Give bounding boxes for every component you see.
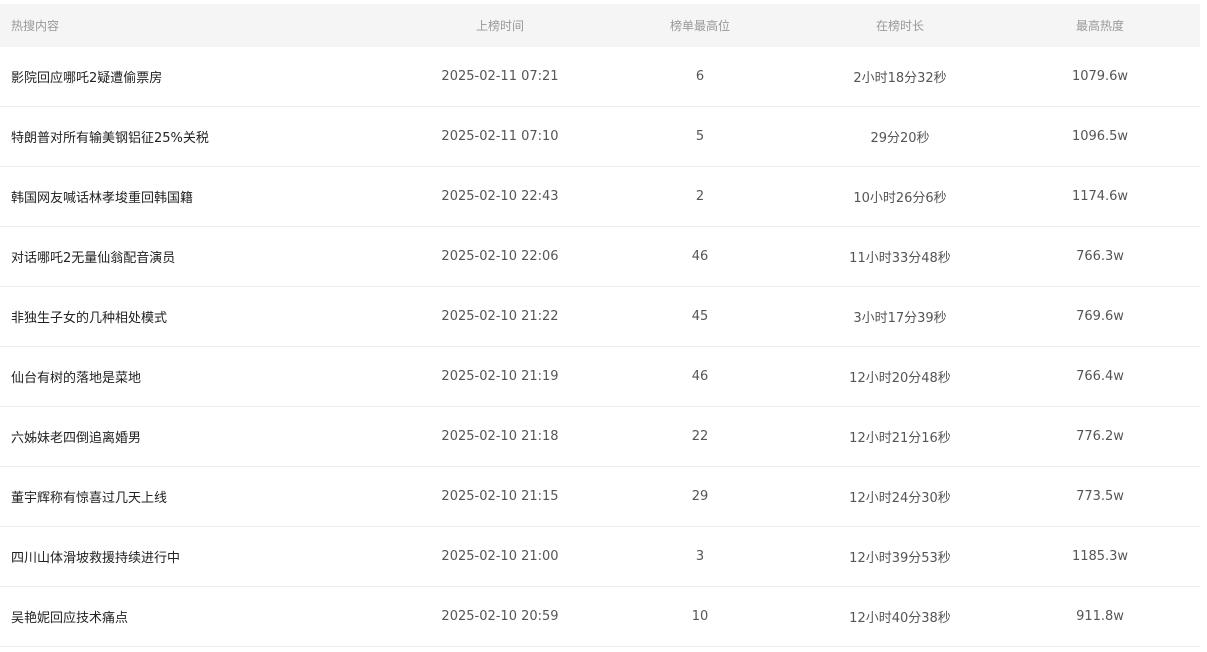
peak-heat: 1185.3w — [1071, 549, 1129, 564]
topic-title[interactable]: 影院回应哪吒2疑遭偷票房 — [0, 67, 400, 86]
duration-on-list: 11小时33分48秒 — [849, 251, 951, 266]
listed-time: 2025-02-10 21:00 — [441, 549, 559, 564]
listed-time: 2025-02-10 20:59 — [441, 609, 559, 624]
peak-heat: 766.3w — [1076, 249, 1124, 264]
header-time: 上榜时间 — [475, 19, 524, 33]
topic-title[interactable]: 六姊妹老四倒追离婚男 — [0, 427, 400, 446]
duration-on-list: 10小时26分6秒 — [853, 191, 947, 206]
table-row[interactable]: 吴艳妮回应技术痛点 2025-02-10 20:59 10 12小时40分38秒 911… — [0, 587, 1200, 647]
listed-time: 2025-02-11 07:10 — [441, 129, 559, 144]
peak-rank: 29 — [691, 489, 709, 504]
peak-rank: 5 — [695, 129, 705, 144]
peak-heat: 776.2w — [1076, 429, 1124, 444]
duration-on-list: 12小时40分38秒 — [849, 611, 951, 626]
listed-time: 2025-02-10 21:15 — [441, 489, 559, 504]
header-duration: 在榜时长 — [875, 19, 924, 33]
peak-heat: 911.8w — [1076, 609, 1124, 624]
table-row[interactable]: 韩国网友喊话林孝埈重回韩国籍 2025-02-10 22:43 2 10小时26分6秒… — [0, 167, 1200, 227]
listed-time: 2025-02-10 22:06 — [441, 249, 559, 264]
table-row[interactable]: 董宇辉称有惊喜过几天上线 2025-02-10 21:15 29 12小时24分30秒… — [0, 467, 1200, 527]
peak-rank: 45 — [691, 309, 709, 324]
peak-heat: 1096.5w — [1071, 129, 1129, 144]
peak-heat: 766.4w — [1076, 369, 1124, 384]
header-heat: 最高热度 — [1075, 19, 1124, 33]
table-row[interactable]: 特朗普对所有输美钢铝征25%关税 2025-02-11 07:10 5 29分20秒 1… — [0, 107, 1200, 167]
listed-time: 2025-02-10 22:43 — [441, 189, 559, 204]
peak-rank: 22 — [691, 429, 709, 444]
table-row[interactable]: 四川山体滑坡救援持续进行中 2025-02-10 21:00 3 12小时39分53秒… — [0, 527, 1200, 587]
topic-title[interactable]: 韩国网友喊话林孝埈重回韩国籍 — [0, 187, 400, 206]
table-row[interactable]: 非独生子女的几种相处模式 2025-02-10 21:22 45 3小时17分39秒 7… — [0, 287, 1200, 347]
header-title: 热搜内容 — [11, 19, 60, 33]
duration-on-list: 3小时17分39秒 — [853, 311, 947, 326]
topic-title[interactable]: 仙台有树的落地是菜地 — [0, 367, 400, 386]
duration-on-list: 29分20秒 — [870, 131, 930, 146]
duration-on-list: 12小时24分30秒 — [849, 491, 951, 506]
listed-time: 2025-02-10 21:18 — [441, 429, 559, 444]
topic-title[interactable]: 四川山体滑坡救援持续进行中 — [0, 547, 400, 566]
listed-time: 2025-02-10 21:22 — [441, 309, 559, 324]
peak-rank: 6 — [695, 69, 705, 84]
duration-on-list: 12小时20分48秒 — [849, 371, 951, 386]
hot-search-table: 热搜内容 上榜时间 榜单最高位 在榜时长 最高热度 影院回应哪吒2疑遭偷票房 20… — [0, 4, 1200, 647]
peak-rank: 2 — [695, 189, 705, 204]
header-rank: 榜单最高位 — [669, 19, 730, 33]
peak-rank: 46 — [691, 249, 709, 264]
listed-time: 2025-02-11 07:21 — [441, 69, 559, 84]
duration-on-list: 12小时21分16秒 — [849, 431, 951, 446]
table-row[interactable]: 仙台有树的落地是菜地 2025-02-10 21:19 46 12小时20分48秒 76… — [0, 347, 1200, 407]
table-header: 热搜内容 上榜时间 榜单最高位 在榜时长 最高热度 — [0, 4, 1200, 47]
table-row[interactable]: 对话哪吒2无量仙翁配音演员 2025-02-10 22:06 46 11小时33分48… — [0, 227, 1200, 287]
peak-rank: 10 — [691, 609, 709, 624]
table-body: 影院回应哪吒2疑遭偷票房 2025-02-11 07:21 6 2小时18分32秒 10… — [0, 47, 1200, 647]
listed-time: 2025-02-10 21:19 — [441, 369, 559, 384]
peak-heat: 769.6w — [1076, 309, 1124, 324]
topic-title[interactable]: 非独生子女的几种相处模式 — [0, 307, 400, 326]
topic-title[interactable]: 吴艳妮回应技术痛点 — [0, 607, 400, 626]
topic-title[interactable]: 董宇辉称有惊喜过几天上线 — [0, 487, 400, 506]
peak-heat: 1079.6w — [1071, 69, 1129, 84]
table-row[interactable]: 六姊妹老四倒追离婚男 2025-02-10 21:18 22 12小时21分16秒 77… — [0, 407, 1200, 467]
duration-on-list: 12小时39分53秒 — [849, 551, 951, 566]
table-row[interactable]: 影院回应哪吒2疑遭偷票房 2025-02-11 07:21 6 2小时18分32秒 10… — [0, 47, 1200, 107]
peak-rank: 3 — [695, 549, 705, 564]
peak-rank: 46 — [691, 369, 709, 384]
duration-on-list: 2小时18分32秒 — [853, 71, 947, 86]
peak-heat: 1174.6w — [1071, 189, 1129, 204]
peak-heat: 773.5w — [1076, 489, 1124, 504]
topic-title[interactable]: 对话哪吒2无量仙翁配音演员 — [0, 247, 400, 266]
topic-title[interactable]: 特朗普对所有输美钢铝征25%关税 — [0, 127, 400, 146]
